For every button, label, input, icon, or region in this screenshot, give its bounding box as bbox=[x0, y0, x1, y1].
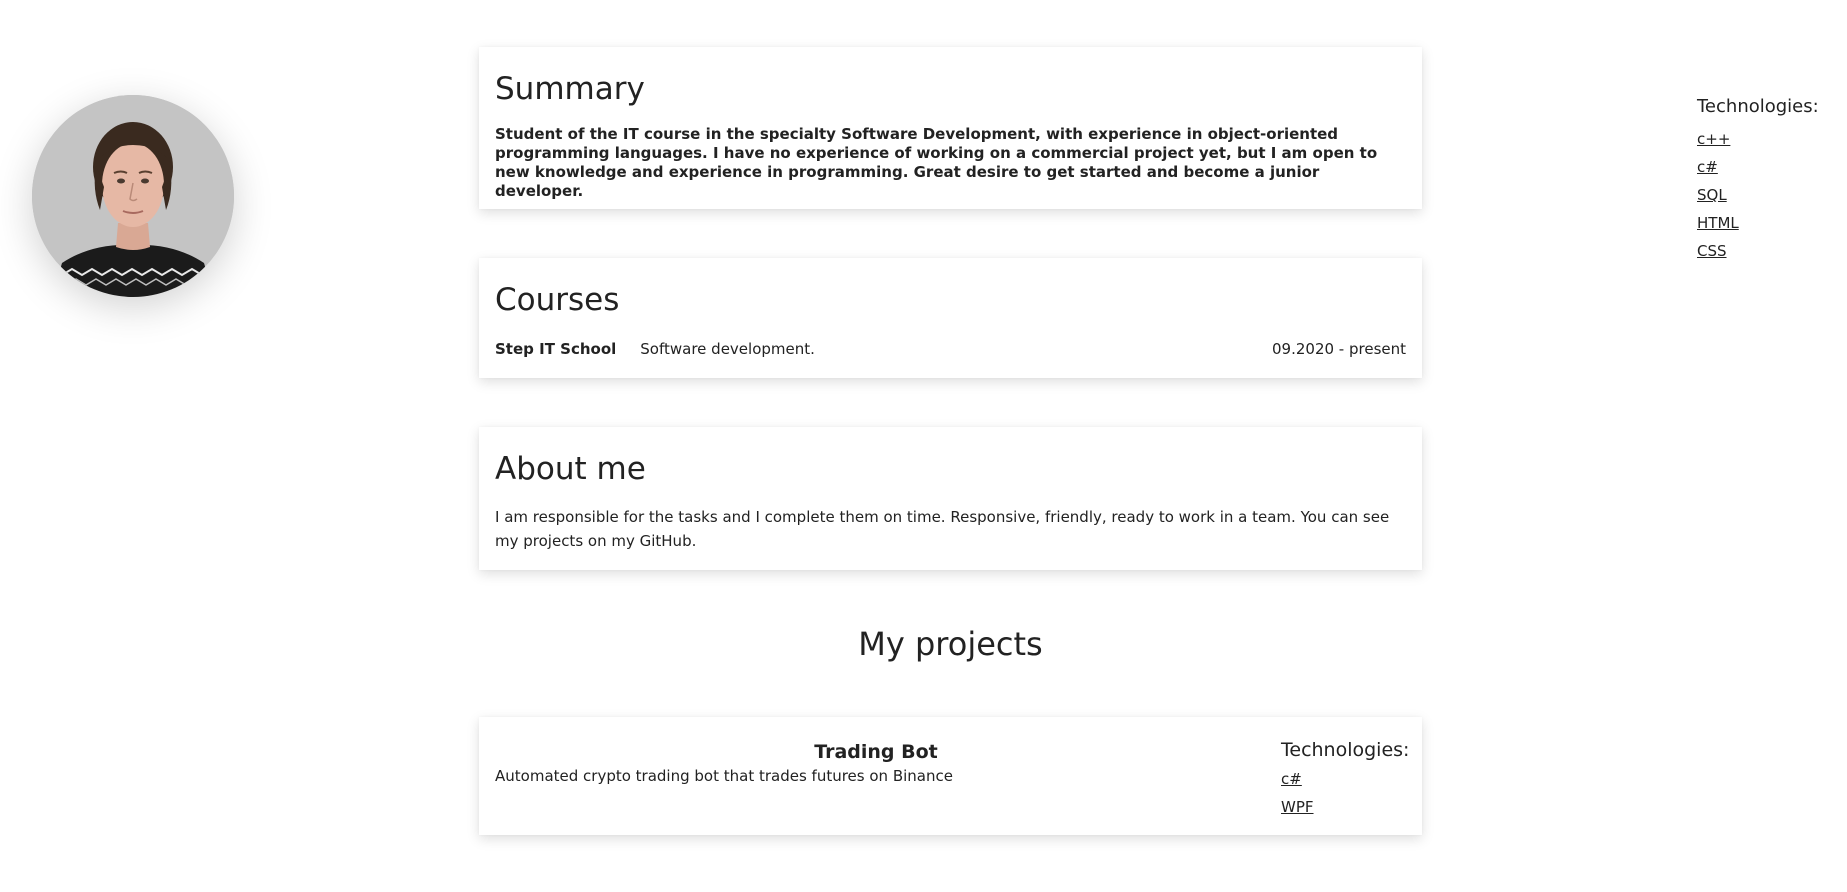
projects-heading: My projects bbox=[858, 625, 1043, 663]
about-title: About me bbox=[495, 451, 646, 487]
tech-link-html[interactable]: HTML bbox=[1697, 209, 1842, 237]
summary-card: Summary Student of the IT course in the … bbox=[479, 47, 1422, 209]
about-card: About me I am responsible for the tasks … bbox=[479, 427, 1422, 570]
tech-link-css[interactable]: CSS bbox=[1697, 237, 1842, 265]
tech-link-sql[interactable]: SQL bbox=[1697, 181, 1842, 209]
project-technologies: Technologies: c# WPF bbox=[1281, 739, 1410, 821]
avatar bbox=[32, 95, 234, 297]
project-description: Automated crypto trading bot that trades… bbox=[495, 767, 953, 785]
course-dates: 09.2020 - present bbox=[1272, 340, 1406, 358]
project-card: Trading Bot Automated crypto trading bot… bbox=[479, 717, 1422, 835]
sidebar-technologies-title: Technologies: bbox=[1697, 96, 1819, 117]
project-title: Trading Bot bbox=[814, 741, 938, 763]
summary-title: Summary bbox=[495, 71, 645, 107]
about-text: I am responsible for the tasks and I com… bbox=[495, 508, 1390, 550]
course-school: Step IT School bbox=[495, 340, 617, 358]
portrait-photo-icon bbox=[32, 95, 234, 297]
tech-link-csharp[interactable]: c# bbox=[1697, 153, 1842, 181]
course-row: Step IT School Software development. 09.… bbox=[495, 340, 1406, 358]
project-tech-link-wpf[interactable]: WPF bbox=[1281, 793, 1406, 821]
project-technologies-title: Technologies: bbox=[1281, 739, 1410, 761]
sidebar-technologies: Technologies: c++ c# SQL HTML CSS bbox=[1697, 96, 1842, 265]
course-description: Software development. bbox=[640, 340, 815, 358]
summary-text: Student of the IT course in the specialt… bbox=[495, 125, 1378, 200]
tech-link-cpp[interactable]: c++ bbox=[1697, 125, 1842, 153]
courses-title: Courses bbox=[495, 282, 620, 318]
project-tech-link-csharp[interactable]: c# bbox=[1281, 765, 1406, 793]
courses-card: Courses Step IT School Software developm… bbox=[479, 258, 1422, 378]
